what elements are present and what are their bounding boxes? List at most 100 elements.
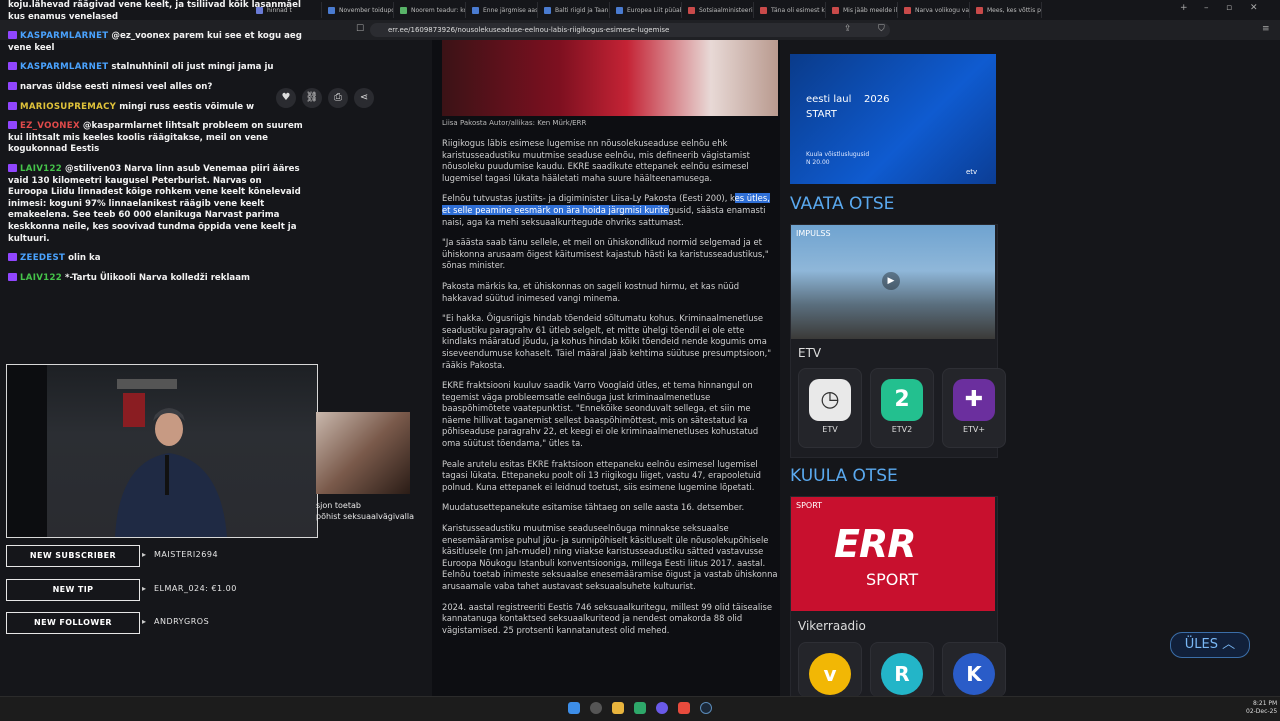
arrow-right-icon: ▸ — [142, 617, 147, 626]
twitch-badge-icon — [8, 272, 17, 281]
arrow-right-icon: ▸ — [142, 550, 147, 559]
clock-time: 8:21 PM — [1253, 700, 1278, 707]
browser-tab[interactable]: November toidupoes — [322, 2, 394, 18]
channel-tile[interactable]: ✚ ETV+ — [942, 368, 1006, 448]
play-icon[interactable]: ▶ — [882, 272, 900, 290]
article-paragraph: "Ei hakka. Õigusriigis hindab tõendeid s… — [442, 313, 772, 370]
tab-label: Sotsiaalministeerium — [699, 6, 753, 14]
scroll-to-top-button[interactable]: ÜLES ︿ — [1170, 632, 1250, 658]
menu-icon[interactable]: ≡ — [1262, 24, 1270, 34]
text-run: Eelnõu tutvustas justiits- ja digiminist… — [442, 193, 735, 204]
maximize-icon[interactable]: ▫ — [1226, 3, 1232, 13]
microphone — [165, 455, 169, 495]
banner-start: START — [806, 109, 837, 120]
stream-label: SPORT — [796, 501, 823, 510]
new-tab-icon[interactable]: + — [1180, 3, 1188, 13]
thumbnail-caption[interactable]: sjon toetab põhist seksuaalvägivalla — [316, 500, 414, 522]
radio-tile[interactable]: v — [798, 642, 862, 697]
search-icon[interactable] — [590, 702, 602, 714]
chat-message: MARIOSUPREMACY mingi russ eestis võimule… — [8, 101, 304, 114]
chat-username: LAIV122 — [20, 272, 63, 283]
browser-tab[interactable]: Enne järgmise aasta — [466, 2, 538, 18]
article-body: Riigikogus läbis esimese lugemise nn nõu… — [442, 138, 778, 645]
browser-tab[interactable]: Balti riigid ja Taani ko — [538, 2, 610, 18]
browser-tab[interactable]: Mees, kes võttis pära — [970, 2, 1042, 18]
radio-tile[interactable]: K — [942, 642, 1006, 697]
channel-logo-icon: ✚ — [953, 379, 995, 421]
share-icon[interactable]: ⋖ — [354, 88, 374, 108]
tab-favicon-icon — [832, 6, 839, 14]
alert-label: NEW SUBSCRIBER — [6, 545, 140, 567]
share-icon[interactable]: ⇪ — [844, 24, 852, 34]
chat-username: KASPARMLARNET — [20, 62, 109, 73]
browser-tab[interactable]: Täna oli esimest kord — [754, 2, 826, 18]
chat-text: @stiliven03 Narva linn asub Venemaa piir… — [8, 163, 301, 244]
chat-username: LAIV122 — [20, 163, 63, 174]
browser-tab[interactable]: Sotsiaalministeerium — [682, 2, 754, 18]
banner-year: 2026 — [864, 94, 890, 105]
tab-favicon-icon — [616, 6, 623, 14]
chat-text: koju.lähevad räägivad vene keelt, ja tsi… — [8, 0, 301, 22]
chat-message: koju.lähevad räägivad vene keelt, ja tsi… — [8, 0, 304, 23]
heart-icon[interactable]: ♥ — [276, 88, 296, 108]
tab-label: Enne järgmise aasta — [483, 6, 538, 14]
windows-start-icon[interactable] — [568, 702, 580, 714]
channel-tile[interactable]: ◷ ETV — [798, 368, 862, 448]
banner-subtitle-line: N 20.00 — [806, 159, 830, 166]
streamer-silhouette — [7, 365, 227, 537]
chat-text: *-Tartu Ülikooli Narva kolledži reklaam — [65, 272, 250, 283]
chat-message: LAIV122 @stiliven03 Narva linn asub Vene… — [8, 163, 304, 245]
twitch-badge-icon — [8, 163, 17, 172]
link-icon[interactable]: ⛓ — [302, 88, 322, 108]
app-icon[interactable] — [634, 702, 646, 714]
article-paragraph: Peale arutelu esitas EKRE fraktsioon ett… — [442, 458, 761, 492]
banner-title: eesti laul — [806, 94, 852, 105]
file-explorer-icon[interactable] — [612, 702, 624, 714]
chat-username: KASPARMLARNET — [20, 31, 109, 42]
browser-tab[interactable]: Mis jääb meelde ilvy — [826, 2, 898, 18]
tab-favicon-icon — [760, 6, 767, 14]
url-field[interactable]: err.ee/1609873926/nousolekuseaduse-eelno… — [370, 23, 890, 37]
minimize-icon[interactable]: – — [1204, 3, 1209, 13]
chat-username: EZ_VOONEX — [20, 121, 80, 132]
chat-text: mingi russ eestis võimule w — [119, 101, 255, 112]
twitch-badge-icon — [8, 62, 17, 71]
browser-tab[interactable]: Noorem teadur: kooli — [394, 2, 466, 18]
twitch-badge-icon — [8, 81, 17, 90]
bookmark-icon[interactable]: ☐ — [356, 24, 364, 34]
chat-message: EZ_VOONEX @kasparmlarnet lihtsalt proble… — [8, 121, 304, 156]
chevron-up-icon: ︿ — [1222, 637, 1236, 652]
streamer-head — [155, 412, 183, 446]
banner-subtitle-line: Kuula võistluslugusid — [806, 151, 870, 158]
article-thumbnail[interactable] — [316, 412, 410, 494]
stream-chat: koju.lähevad räägivad vene keelt, ja tsi… — [8, 0, 304, 292]
twitch-badge-icon — [8, 121, 17, 130]
chat-text: stalnuhhinil oli just mingi jama ju — [111, 62, 274, 73]
channel-group-title: ETV — [798, 346, 822, 360]
streamer-body — [115, 453, 227, 537]
close-window-icon[interactable]: ✕ — [1250, 3, 1258, 13]
tab-label: Mees, kes võttis pära — [987, 6, 1041, 14]
print-icon[interactable]: ⎙ — [328, 88, 348, 108]
alert-value: ELMAR_024: €1.00 — [154, 584, 237, 593]
tab-label: November toidupoes — [339, 6, 393, 14]
brave-browser-icon[interactable] — [678, 702, 690, 714]
jersey-frame — [123, 393, 145, 427]
radio-group-title: Vikerraadio — [798, 619, 866, 633]
twitch-badge-icon — [8, 101, 17, 110]
radio-logo-icon: K — [953, 653, 995, 695]
tab-label: Mis jääb meelde ilvy — [843, 6, 898, 14]
alert-value: MAISTERI2694 — [154, 550, 219, 559]
radio-tile[interactable]: R — [870, 642, 934, 697]
browser-tab[interactable]: Europea Liit püüab — [610, 2, 682, 18]
system-clock[interactable]: 8:21 PM 02-Dec-25 — [1246, 700, 1277, 716]
steam-icon[interactable] — [700, 702, 712, 714]
channel-logo-icon: ◷ — [809, 379, 851, 421]
shield-icon[interactable]: ⛉ — [878, 24, 885, 34]
article-paragraph: Pakosta märkis ka, et ühiskonnas on sage… — [442, 280, 740, 303]
discord-icon[interactable] — [656, 702, 668, 714]
browser-tab[interactable]: Narva volikogu valis — [898, 2, 970, 18]
tab-label: Narva volikogu valis — [915, 6, 970, 14]
alert-label: NEW FOLLOWER — [6, 612, 140, 634]
channel-tile[interactable]: 2 ETV2 — [870, 368, 934, 448]
